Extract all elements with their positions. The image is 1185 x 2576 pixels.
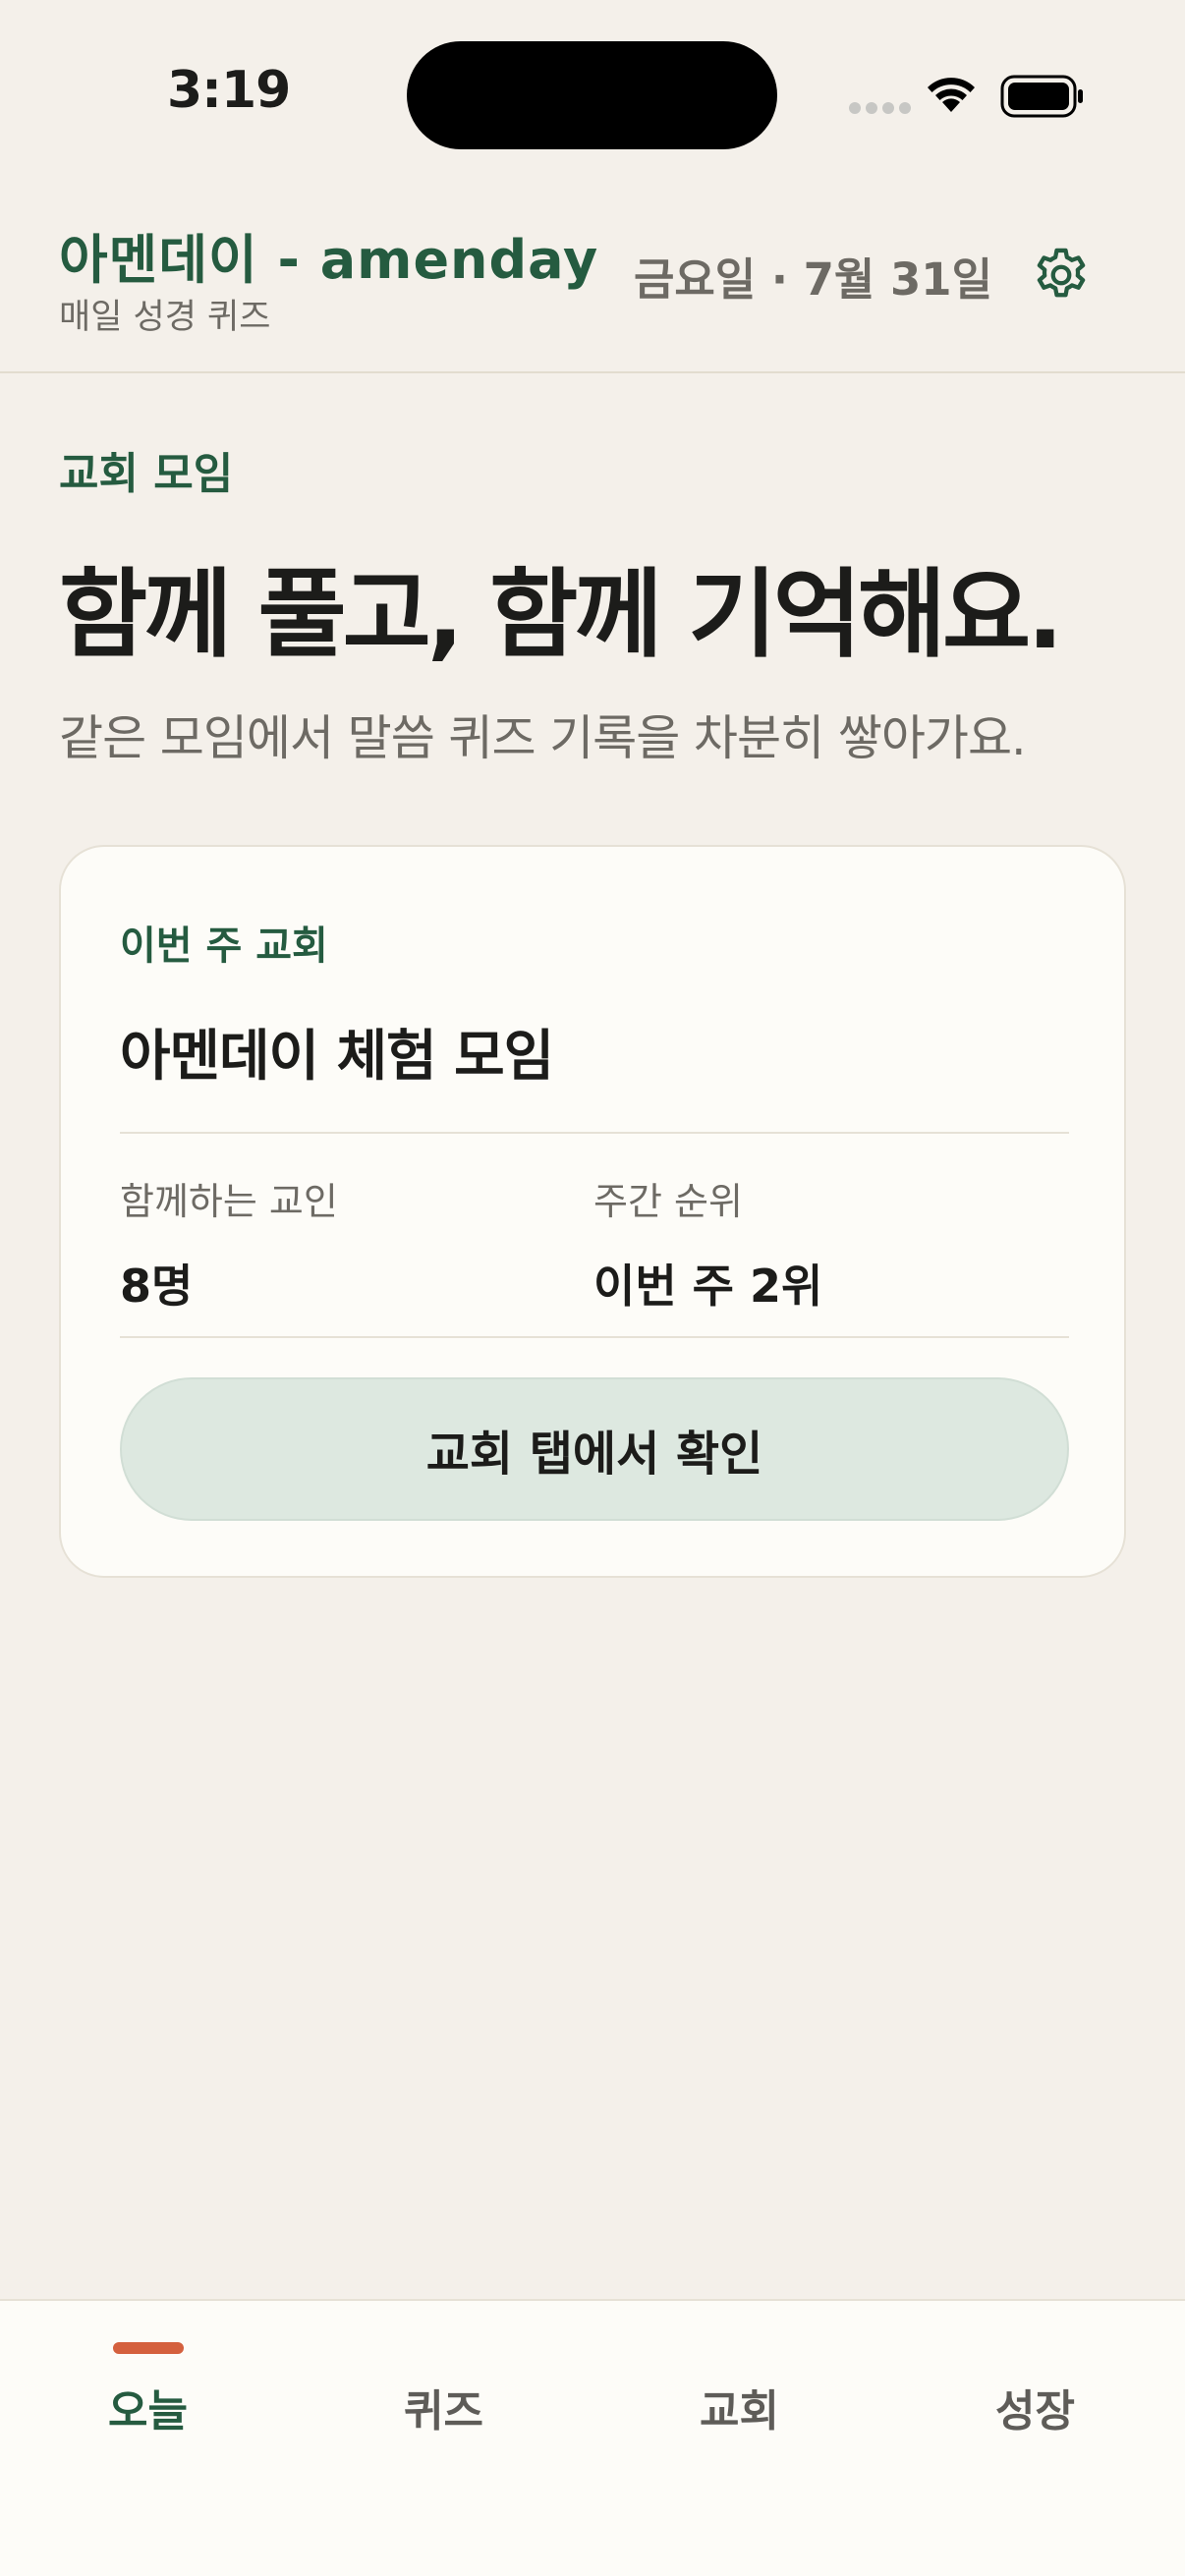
card-kicker: 이번 주 교회 (120, 924, 328, 969)
weekly-rank-stat: 주간 순위 이번 주 2위 (593, 1171, 822, 1316)
app-screen: 3:19 아멘데이 - amenday 매일 성경 퀴즈 금요일 · 7월 31… (0, 0, 1185, 2576)
stat-value: 이번 주 2위 (593, 1260, 823, 1313)
tab-label: 성장 (995, 2386, 1075, 2436)
gear-icon[interactable] (1030, 244, 1093, 307)
app-subtitle: 매일 성경 퀴즈 (59, 298, 271, 337)
cellular-signal-icon (849, 102, 911, 114)
section-label: 교회 모임 (59, 449, 234, 499)
app-header: 아멘데이 - amenday 매일 성경 퀴즈 금요일 · 7월 31일 (0, 187, 1185, 373)
tab-church[interactable]: 교회 (592, 2301, 887, 2497)
card-divider (120, 1336, 1069, 1338)
card-divider (120, 1132, 1069, 1134)
church-card: 이번 주 교회 아멘데이 체험 모임 함께하는 교인 8명 주간 순위 이번 주… (59, 845, 1126, 1578)
tab-growth[interactable]: 성장 (887, 2301, 1183, 2497)
app-title: 아멘데이 - amenday (59, 229, 599, 291)
status-bar: 3:19 (0, 0, 1185, 187)
active-tab-indicator (113, 2342, 184, 2354)
view-church-tab-button[interactable]: 교회 탭에서 확인 (120, 1377, 1069, 1521)
member-count-stat: 함께하는 교인 8명 (120, 1171, 338, 1316)
tab-quiz[interactable]: 퀴즈 (296, 2301, 592, 2497)
dynamic-island (407, 41, 777, 149)
date-label: 금요일 · 7월 31일 (633, 253, 992, 306)
tab-label: 교회 (700, 2386, 779, 2436)
status-time: 3:19 (167, 61, 291, 120)
stat-label: 주간 순위 (593, 1180, 743, 1223)
tab-label: 오늘 (108, 2386, 188, 2436)
tab-label: 퀴즈 (404, 2386, 483, 2436)
page-description: 같은 모임에서 말씀 퀴즈 기록을 차분히 쌓아가요. (59, 710, 1027, 766)
wifi-icon (928, 78, 975, 112)
tab-today[interactable]: 오늘 (0, 2301, 296, 2497)
stat-label: 함께하는 교인 (120, 1180, 338, 1223)
bottom-tab-bar: 오늘 퀴즈 교회 성장 (0, 2299, 1185, 2576)
church-name: 아멘데이 체험 모임 (120, 1025, 554, 1089)
stat-value: 8명 (120, 1260, 194, 1313)
page-headline: 함께 풀고, 함께 기억해요. (59, 559, 1063, 671)
battery-icon (1000, 75, 1083, 118)
